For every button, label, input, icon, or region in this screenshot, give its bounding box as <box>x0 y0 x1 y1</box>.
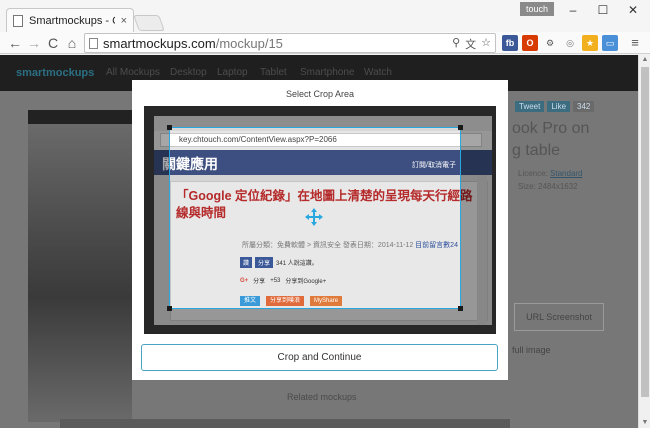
tab-title: Smartmockups - Create <box>29 14 115 27</box>
nav-tablet[interactable]: Tablet <box>260 67 287 78</box>
tweet-button[interactable]: Tweet <box>515 101 545 112</box>
menu-icon[interactable]: ≡ <box>626 34 644 52</box>
nav-laptop[interactable]: Laptop <box>217 67 248 78</box>
bookmark-star-icon[interactable]: ☆ <box>481 36 491 52</box>
size-value: 2484x1632 <box>538 182 578 191</box>
url-path: /mockup/15 <box>215 35 283 51</box>
page-icon <box>89 37 98 49</box>
close-window-button[interactable]: ✕ <box>618 2 648 18</box>
crop-and-continue-button[interactable]: Crop and Continue <box>141 344 498 371</box>
page-scrollbar[interactable]: ▲ ▼ <box>638 55 650 428</box>
like-count: 342 <box>573 101 595 112</box>
url-host: smartmockups.com <box>103 35 216 51</box>
browser-toolbar: ← → C ⌂ smartmockups.com/mockup/15 ⚲ 文 ☆… <box>0 32 650 54</box>
nav-desktop[interactable]: Desktop <box>170 67 207 78</box>
scroll-down-icon[interactable]: ▼ <box>639 418 650 428</box>
size-label: Size: <box>518 182 536 191</box>
related-thumbnails <box>60 419 510 428</box>
related-mockups-heading: Related mockups <box>287 392 357 402</box>
minimize-button[interactable]: – <box>558 2 588 18</box>
move-icon[interactable] <box>305 208 323 226</box>
cast-extension-icon[interactable]: ▭ <box>602 35 618 51</box>
crop-handle-top-right[interactable] <box>458 125 463 130</box>
mockup-title-line1: ook Pro on <box>512 120 590 137</box>
reload-button[interactable]: C <box>44 34 62 52</box>
dim-top <box>144 106 496 127</box>
close-tab-icon[interactable]: × <box>121 15 127 27</box>
crop-canvas[interactable]: key.chtouch.com/ContentView.aspx?P=2066 … <box>144 106 496 334</box>
crop-handle-top-left[interactable] <box>167 125 172 130</box>
forward-button[interactable]: → <box>25 34 43 52</box>
nav-all-mockups[interactable]: All Mockups <box>106 67 160 78</box>
like-button[interactable]: Like <box>547 101 571 112</box>
licence-value[interactable]: Standard <box>550 169 582 178</box>
home-button[interactable]: ⌂ <box>63 34 81 52</box>
star-extension-icon[interactable]: ★ <box>582 35 598 51</box>
facebook-extension-icon[interactable]: fb <box>502 35 518 51</box>
translate-icon[interactable]: 文 <box>465 36 476 52</box>
profile-badge[interactable]: touch <box>520 2 555 16</box>
back-button[interactable]: ← <box>6 34 24 52</box>
dim-right <box>461 127 496 309</box>
crop-handle-bottom-left[interactable] <box>167 306 172 311</box>
mockup-title: ook Pro on g table <box>512 118 589 162</box>
gear-extension-icon[interactable]: ⚙ <box>542 35 558 51</box>
compass-extension-icon[interactable]: ◎ <box>562 35 578 51</box>
page-icon <box>13 14 23 27</box>
site-logo: smartmockups <box>16 67 95 79</box>
new-tab-button[interactable] <box>133 15 165 31</box>
scroll-up-icon[interactable]: ▲ <box>639 55 650 65</box>
licence-label: Licence: <box>518 169 548 178</box>
address-bar[interactable]: smartmockups.com/mockup/15 ⚲ 文 ☆ <box>84 33 496 53</box>
crop-handle-bottom-right[interactable] <box>458 306 463 311</box>
nav-watch[interactable]: Watch <box>364 67 392 78</box>
modal-title: Select Crop Area <box>285 89 355 99</box>
mockup-preview-band <box>28 110 132 124</box>
office-extension-icon[interactable]: O <box>522 35 538 51</box>
mockup-preview-image <box>28 110 132 422</box>
crop-modal: Select Crop Area key.chtouch.com/Content… <box>132 80 508 380</box>
dim-left <box>144 127 169 309</box>
mockup-title-line2: g table <box>512 142 561 159</box>
url-screenshot-button[interactable]: URL Screenshot <box>514 303 604 331</box>
search-icon[interactable]: ⚲ <box>452 36 460 52</box>
browser-titlebar: Smartmockups - Create × touch – ☐ ✕ <box>0 0 650 32</box>
full-image-link[interactable]: full image <box>512 345 551 355</box>
browser-tab[interactable]: Smartmockups - Create × <box>6 8 134 32</box>
share-buttons: Tweet Like 342 <box>515 101 595 112</box>
size-info: Size: 2484x1632 <box>518 182 578 191</box>
maximize-button[interactable]: ☐ <box>588 2 618 18</box>
licence-info: Licence: Standard <box>518 169 583 178</box>
scrollbar-thumb[interactable] <box>641 67 649 397</box>
dim-bottom <box>144 309 496 334</box>
nav-smartphone[interactable]: Smartphone <box>300 67 354 78</box>
